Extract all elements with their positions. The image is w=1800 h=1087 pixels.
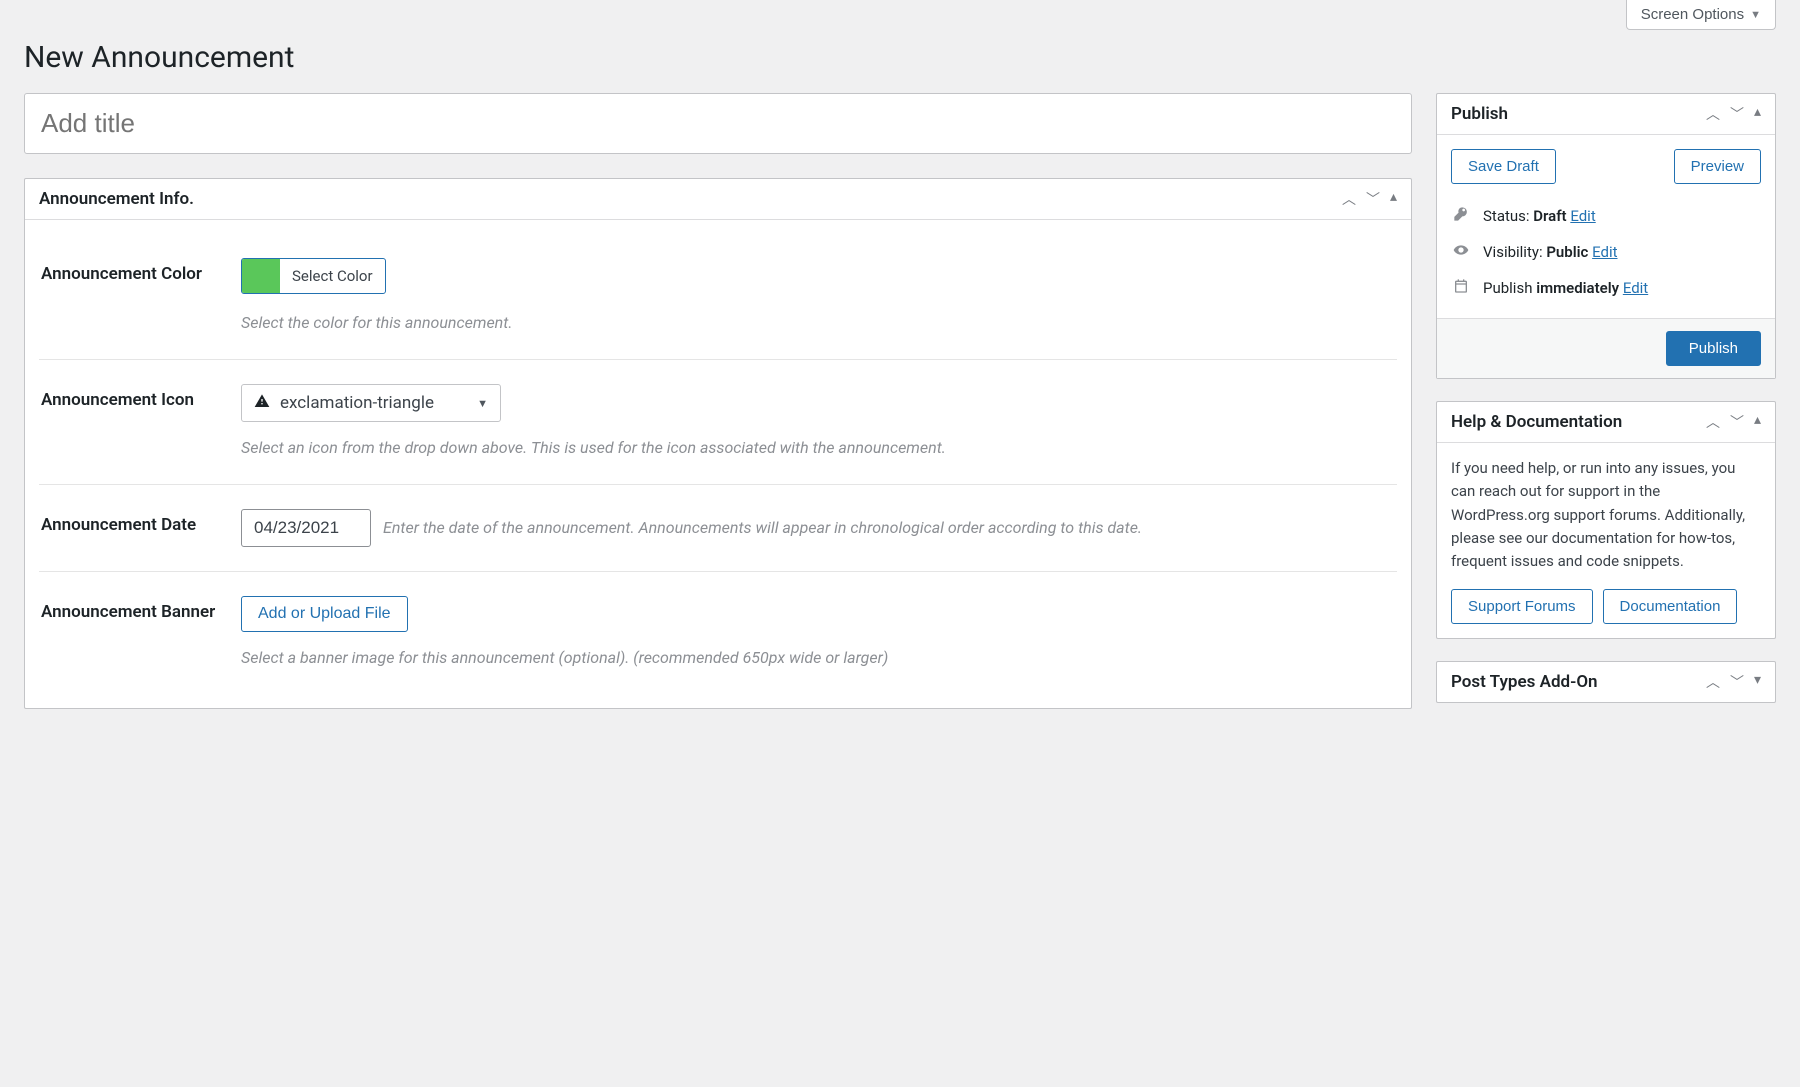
select-color-button[interactable]: Select Color bbox=[241, 258, 386, 294]
caret-up-icon[interactable]: ▴ bbox=[1390, 189, 1397, 209]
publish-button[interactable]: Publish bbox=[1666, 331, 1761, 366]
calendar-icon bbox=[1451, 278, 1471, 298]
page-title: New Announcement bbox=[24, 40, 1776, 75]
field-label-banner: Announcement Banner bbox=[41, 596, 221, 622]
caret-down-icon: ▼ bbox=[477, 397, 488, 410]
field-label-icon: Announcement Icon bbox=[41, 384, 221, 410]
field-label-date: Announcement Date bbox=[41, 509, 221, 535]
icon-select[interactable]: exclamation-triangle ▼ bbox=[241, 384, 501, 422]
title-input[interactable] bbox=[24, 93, 1412, 154]
chevron-down-icon: ▼ bbox=[1750, 9, 1761, 21]
caret-down-icon[interactable]: ▾ bbox=[1754, 672, 1761, 692]
edit-visibility-link[interactable]: Edit bbox=[1592, 243, 1617, 261]
chevron-up-icon[interactable]: ︿ bbox=[1706, 672, 1720, 692]
screen-options-button[interactable]: Screen Options ▼ bbox=[1626, 0, 1776, 30]
field-label-color: Announcement Color bbox=[41, 258, 221, 284]
metabox-title: Publish bbox=[1451, 104, 1508, 124]
metabox-publish: Publish ︿ ﹀ ▴ Save Draft Preview bbox=[1436, 93, 1776, 379]
chevron-down-icon[interactable]: ﹀ bbox=[1730, 672, 1744, 692]
date-input[interactable] bbox=[241, 509, 371, 547]
color-swatch bbox=[242, 259, 280, 293]
preview-button[interactable]: Preview bbox=[1674, 149, 1761, 184]
metabox-title: Help & Documentation bbox=[1451, 412, 1622, 432]
visibility-text: Visibility: Public Edit bbox=[1483, 243, 1618, 261]
chevron-down-icon[interactable]: ﹀ bbox=[1730, 104, 1744, 124]
upload-file-button[interactable]: Add or Upload File bbox=[241, 596, 408, 632]
documentation-button[interactable]: Documentation bbox=[1603, 589, 1738, 624]
metabox-help: Help & Documentation ︿ ﹀ ▴ If you need h… bbox=[1436, 401, 1776, 639]
select-color-label: Select Color bbox=[280, 259, 385, 293]
support-forums-button[interactable]: Support Forums bbox=[1451, 589, 1593, 624]
metabox-post-types: Post Types Add-On ︿ ﹀ ▾ bbox=[1436, 661, 1776, 703]
metabox-title: Announcement Info. bbox=[39, 189, 194, 209]
chevron-up-icon[interactable]: ︿ bbox=[1342, 189, 1356, 209]
field-hint: Select a banner image for this announcem… bbox=[241, 646, 1395, 670]
caret-up-icon[interactable]: ▴ bbox=[1754, 412, 1761, 432]
help-text: If you need help, or run into any issues… bbox=[1451, 457, 1761, 573]
field-hint: Enter the date of the announcement. Anno… bbox=[383, 518, 1142, 537]
field-hint: Select an icon from the drop down above.… bbox=[241, 436, 1395, 460]
screen-options-label: Screen Options bbox=[1641, 6, 1744, 23]
metabox-announcement-info: Announcement Info. ︿ ﹀ ▴ Announcement Co… bbox=[24, 178, 1412, 709]
chevron-up-icon[interactable]: ︿ bbox=[1706, 104, 1720, 124]
save-draft-button[interactable]: Save Draft bbox=[1451, 149, 1556, 184]
metabox-title: Post Types Add-On bbox=[1451, 672, 1598, 692]
chevron-down-icon[interactable]: ﹀ bbox=[1730, 412, 1744, 432]
chevron-down-icon[interactable]: ﹀ bbox=[1366, 189, 1380, 209]
edit-publish-time-link[interactable]: Edit bbox=[1623, 279, 1648, 297]
eye-icon bbox=[1451, 242, 1471, 262]
field-hint: Select the color for this announcement. bbox=[241, 311, 1395, 335]
edit-status-link[interactable]: Edit bbox=[1570, 207, 1595, 225]
exclamation-triangle-icon bbox=[254, 393, 270, 413]
key-icon bbox=[1451, 206, 1471, 226]
status-text: Status: Draft Edit bbox=[1483, 207, 1596, 225]
icon-select-value: exclamation-triangle bbox=[280, 393, 434, 413]
publish-time-text: Publish immediately Edit bbox=[1483, 279, 1648, 297]
chevron-up-icon[interactable]: ︿ bbox=[1706, 412, 1720, 432]
caret-up-icon[interactable]: ▴ bbox=[1754, 104, 1761, 124]
